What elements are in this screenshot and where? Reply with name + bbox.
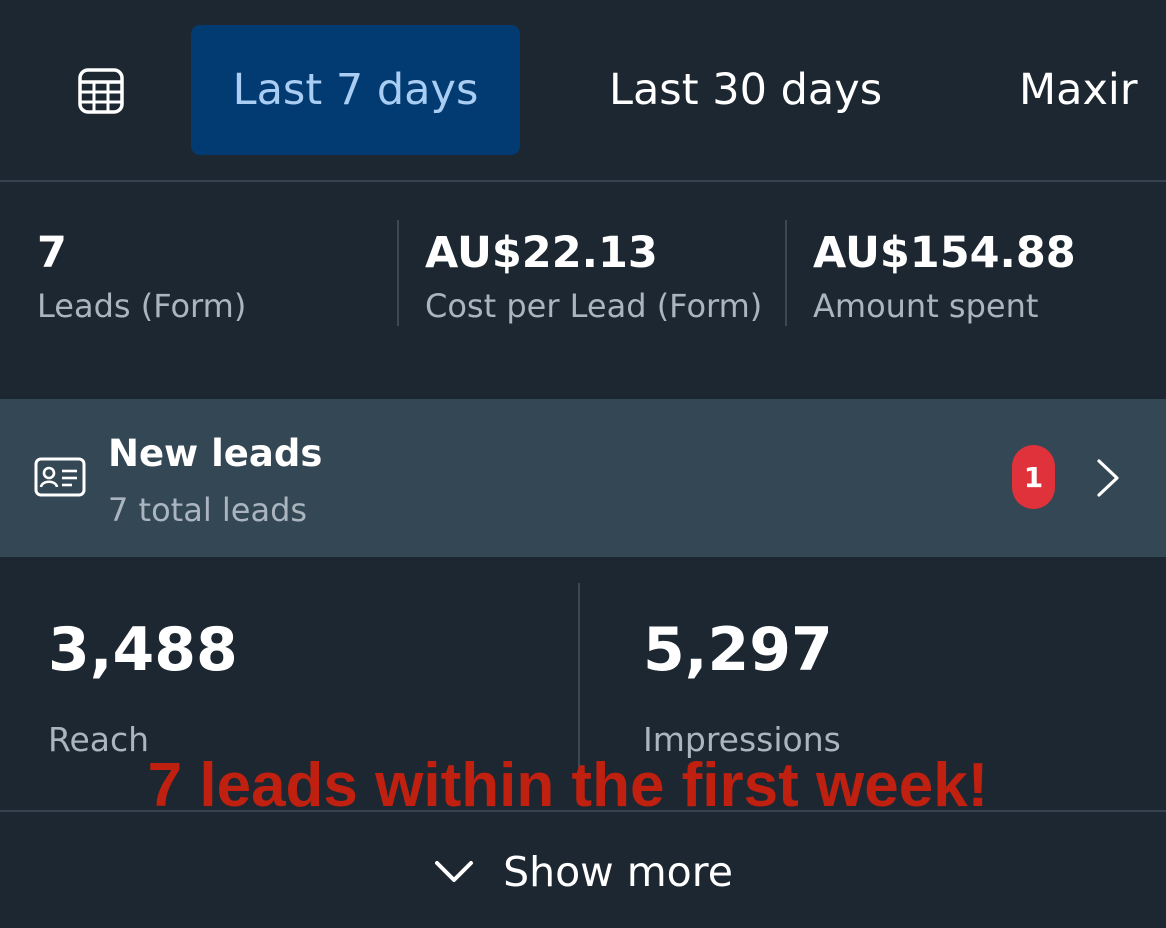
- tab-label: Maxir: [1019, 65, 1138, 115]
- metric-label: Amount spent: [813, 287, 1039, 325]
- divider: [0, 180, 1166, 182]
- tab-label: Last 7 days: [232, 65, 479, 115]
- table-calendar-icon: [78, 68, 124, 114]
- new-leads-title: New leads: [108, 432, 323, 475]
- impressions-value: 5,297: [643, 615, 833, 685]
- new-leads-subtitle: 7 total leads: [108, 491, 308, 529]
- reach-value: 3,488: [48, 615, 238, 685]
- tab-last-30-days[interactable]: Last 30 days: [609, 25, 882, 155]
- contact-card-icon: [34, 457, 86, 497]
- show-more-content: Show more: [433, 848, 733, 896]
- date-range-bar: Last 7 days Last 30 days Maxir: [0, 0, 1166, 181]
- divider: [397, 220, 399, 326]
- divider: [785, 220, 787, 326]
- tab-maximum[interactable]: Maxir: [1019, 25, 1138, 155]
- chevron-down-icon: [435, 861, 474, 882]
- metric-label: Cost per Lead (Form): [425, 287, 763, 325]
- calendar-button[interactable]: [70, 60, 132, 122]
- metric-value: AU$154.88: [813, 228, 1076, 278]
- overlay-caption: 7 leads within the first week!: [147, 751, 989, 820]
- tab-label: Last 30 days: [609, 65, 883, 115]
- metric-value: 7: [37, 228, 67, 278]
- summary-metrics: 7 Leads (Form) AU$22.13 Cost per Lead (F…: [0, 183, 1166, 399]
- tab-last-7-days[interactable]: Last 7 days: [191, 25, 520, 155]
- metric-cost-per-lead: AU$22.13 Cost per Lead (Form): [425, 228, 762, 325]
- show-more-button[interactable]: Show more: [0, 812, 1166, 928]
- metric-amount-spent: AU$154.88 Amount spent: [813, 228, 1076, 325]
- notification-badge: 1: [1012, 445, 1055, 509]
- new-leads-row[interactable]: New leads 7 total leads 1: [0, 399, 1166, 557]
- metric-value: AU$22.13: [425, 228, 658, 278]
- chevron-right-icon: [1097, 459, 1119, 497]
- show-more-label: Show more: [503, 848, 733, 896]
- metric-label: Leads (Form): [37, 287, 247, 325]
- metric-leads: 7 Leads (Form): [37, 228, 246, 325]
